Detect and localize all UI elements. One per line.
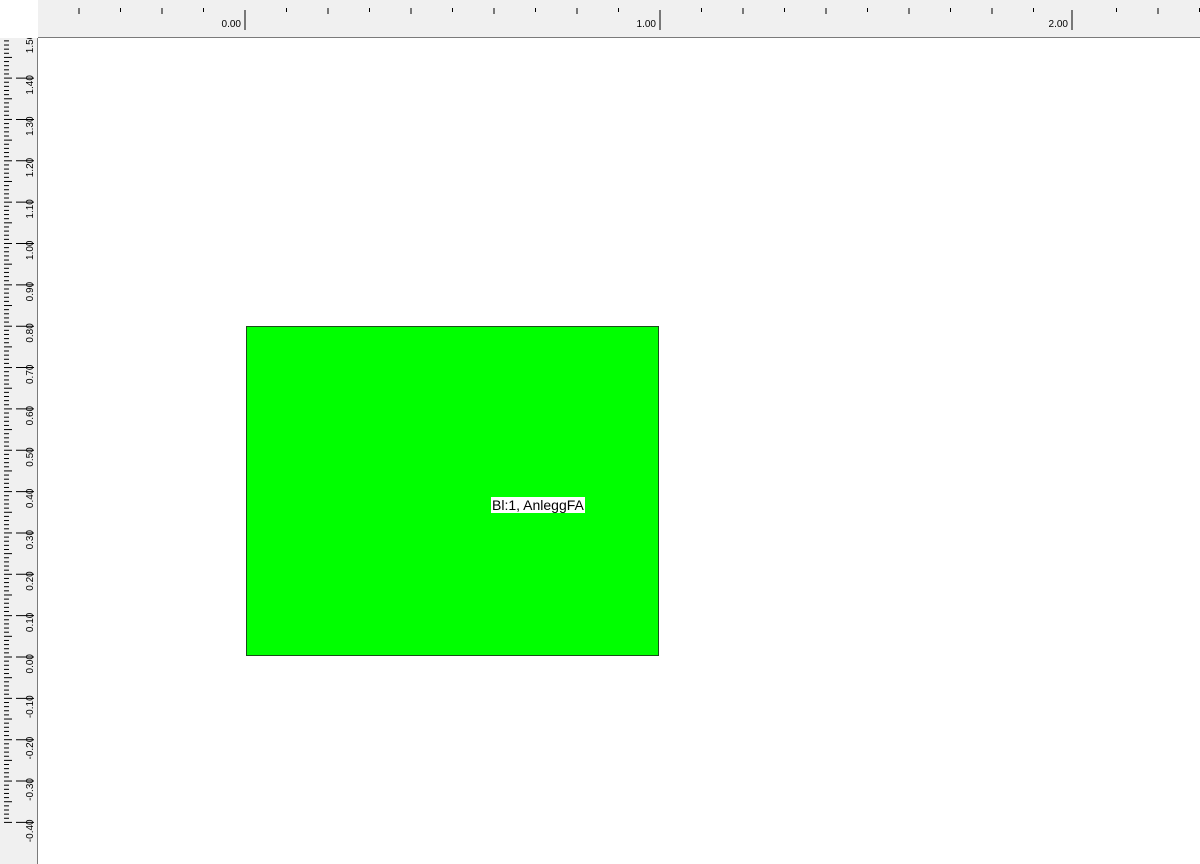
vertical-ruler-scale: 1.50 1.40 1.30 1.20 1.10 1.00 0.90 0.80 0.70 0.60… <box>4 38 36 842</box>
drawing-view: 0.00 1.00 2.00 1.50 1.40 1.30 1.20 1.10 1.00 0.9… <box>0 0 1200 864</box>
v-tick-label: 1.40 <box>25 75 36 95</box>
h-tick-label: 1.00 <box>637 19 657 30</box>
v-tick-label: 0.40 <box>25 488 36 508</box>
v-tick-label: -0.40 <box>25 819 36 842</box>
v-tick-label: 1.00 <box>25 240 36 260</box>
v-tick-label: 0.20 <box>25 571 36 591</box>
horizontal-ruler[interactable]: 0.00 1.00 2.00 <box>38 0 1200 38</box>
v-tick-label: 0.50 <box>25 447 36 467</box>
vertical-ruler[interactable]: 1.50 1.40 1.30 1.20 1.10 1.00 0.90 0.80 0.70 0.60… <box>0 38 38 864</box>
block-label: Bl:1, AnleggFA <box>491 497 585 513</box>
v-tick-label: 0.00 <box>25 654 36 674</box>
v-tick-label: 1.30 <box>25 116 36 136</box>
v-tick-label: 0.90 <box>25 281 36 301</box>
block-rectangle[interactable] <box>246 326 659 656</box>
horizontal-ruler-scale: 0.00 1.00 2.00 <box>78 8 1200 30</box>
v-tick-label: 0.60 <box>25 405 36 425</box>
v-tick-label: 1.20 <box>25 157 36 177</box>
v-tick-label: 0.10 <box>25 612 36 632</box>
h-tick-label: 0.00 <box>222 19 242 30</box>
ruler-corner <box>0 0 38 38</box>
v-tick-label: -0.20 <box>25 736 36 759</box>
v-tick-label: 1.10 <box>25 199 36 219</box>
v-tick-label: 0.30 <box>25 530 36 550</box>
v-tick-label: 1.50 <box>25 38 36 53</box>
v-tick-label: -0.10 <box>25 695 36 718</box>
v-tick-label: 0.80 <box>25 323 36 343</box>
v-tick-label: -0.30 <box>25 778 36 801</box>
h-tick-label: 2.00 <box>1049 19 1069 30</box>
drawing-canvas[interactable]: Bl:1, AnleggFA <box>38 38 1200 864</box>
v-tick-label: 0.70 <box>25 364 36 384</box>
